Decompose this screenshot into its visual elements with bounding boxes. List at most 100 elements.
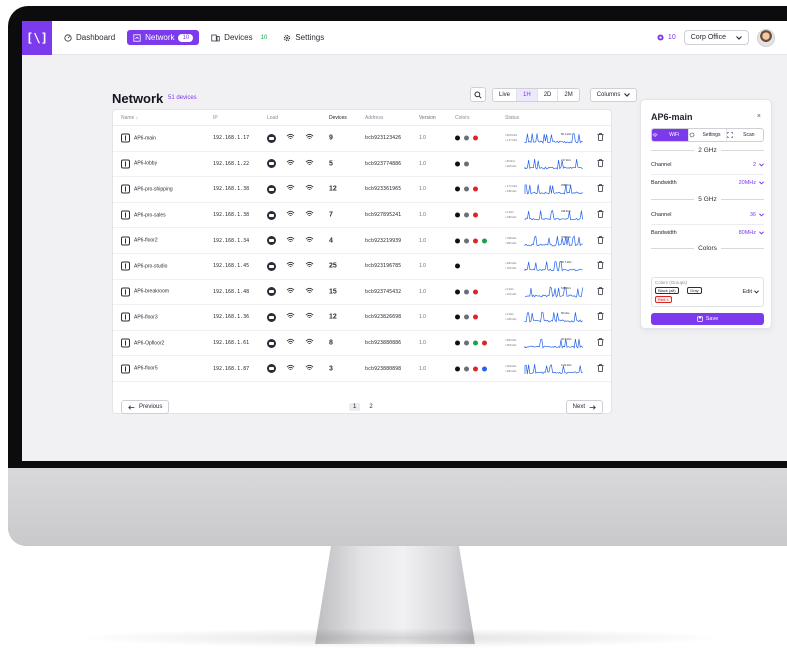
wifi-icon bbox=[305, 184, 314, 194]
channel-24-select[interactable]: 2 bbox=[753, 162, 764, 168]
search-button[interactable] bbox=[470, 87, 486, 102]
status-sparkline: • 204 kb/s • 200 kb/s 0.33 kb/s bbox=[505, 362, 589, 376]
edit-groups-button[interactable]: Edit bbox=[743, 289, 759, 295]
channel-5-select[interactable]: 36 bbox=[750, 212, 764, 218]
header-version[interactable]: Version bbox=[419, 115, 436, 121]
tab-settings[interactable]: Settings bbox=[689, 129, 727, 141]
avatar[interactable] bbox=[757, 28, 775, 47]
band-24-heading: 2 GHz bbox=[651, 145, 764, 155]
table-row[interactable]: AP6-lobby 192.168.1.22 5 bcb923774886 1.… bbox=[113, 152, 611, 178]
device-name-cell[interactable]: AP6-lobby bbox=[121, 159, 157, 169]
delete-button[interactable] bbox=[597, 363, 604, 374]
status-sparkline: • 0 kb/s • 249 kb/s 248 kb/s bbox=[505, 208, 589, 222]
app-screen: [\] Dashboard Network 10 Devices 10 Sett… bbox=[22, 21, 787, 461]
channel-5-row[interactable]: Channel 36 bbox=[651, 210, 764, 220]
delete-button[interactable] bbox=[597, 235, 604, 246]
device-name-cell[interactable]: AP6-main bbox=[121, 133, 156, 143]
chip-gray[interactable]: Gray bbox=[687, 287, 702, 294]
bandwidth-5-row[interactable]: Bandwidth 80MHz bbox=[651, 228, 764, 238]
monitor-frame: [\] Dashboard Network 10 Devices 10 Sett… bbox=[8, 6, 787, 546]
page-1[interactable]: 1 bbox=[349, 403, 361, 411]
device-name: AP6-main bbox=[134, 135, 156, 142]
header-colors[interactable]: Colors bbox=[455, 115, 469, 121]
chip-red[interactable]: Red × bbox=[655, 296, 672, 303]
device-name-cell[interactable]: AP6-pro-shipping bbox=[121, 184, 173, 194]
device-name-cell[interactable]: AP6-pro-studio bbox=[121, 261, 167, 271]
header-name[interactable]: Name ↓ bbox=[121, 115, 138, 121]
table-row[interactable]: AP6-floor5 192.168.1.87 3 bcb923880898 1… bbox=[113, 356, 611, 382]
header-load[interactable]: Load bbox=[267, 115, 278, 121]
table-row[interactable]: AP6-floor2 192.168.1.34 4 bcb923219939 1… bbox=[113, 228, 611, 254]
nav-settings[interactable]: Settings bbox=[283, 33, 324, 42]
remove-icon[interactable]: × bbox=[666, 297, 668, 302]
tx-rate: • 726 kb/s bbox=[505, 266, 517, 270]
color-groups-field[interactable]: Colors (Groups) Black (all) Gray Red × E… bbox=[651, 277, 764, 307]
nav-devices[interactable]: Devices 10 bbox=[211, 33, 271, 42]
device-name-cell[interactable]: AP6-Opfloor2 bbox=[121, 338, 165, 348]
device-ip: 192.168.1.45 bbox=[213, 263, 250, 270]
device-name-cell[interactable]: AP6-breakroom bbox=[121, 287, 169, 297]
delete-button[interactable] bbox=[597, 312, 604, 322]
previous-button[interactable]: Previous bbox=[121, 400, 170, 414]
channel-24-row[interactable]: Channel 2 bbox=[651, 160, 764, 170]
range-2d[interactable]: 2D bbox=[538, 88, 559, 101]
page-2[interactable]: 2 bbox=[365, 403, 376, 411]
chevron-down-icon bbox=[759, 213, 764, 217]
columns-button[interactable]: Columns bbox=[589, 87, 638, 102]
table-row[interactable]: AP6-pro-studio 192.168.1.45 25 bcb923196… bbox=[113, 254, 611, 280]
app-logo[interactable]: [\] bbox=[22, 21, 52, 55]
device-name-cell[interactable]: AP6-floor3 bbox=[121, 312, 158, 322]
nav-dashboard[interactable]: Dashboard bbox=[64, 33, 115, 42]
device-name: AP6-Opfloor2 bbox=[134, 340, 165, 347]
tab-scan[interactable]: Scan bbox=[726, 129, 763, 141]
load-icon bbox=[267, 236, 276, 246]
table-row[interactable]: AP6-Opfloor2 192.168.1.61 8 bcb923880886… bbox=[113, 331, 611, 357]
access-point-icon bbox=[121, 312, 130, 322]
nav-network[interactable]: Network 10 bbox=[127, 30, 200, 45]
table-row[interactable]: AP6-main 192.168.1.17 9 bcb923123426 1.0… bbox=[113, 126, 611, 152]
table-row[interactable]: AP6-breakroom 192.168.1.48 15 bcb9237454… bbox=[113, 280, 611, 306]
header-address[interactable]: Address bbox=[365, 115, 383, 121]
bandwidth-5-select[interactable]: 80MHz bbox=[739, 230, 764, 236]
chip-black[interactable]: Black (all) bbox=[655, 287, 679, 294]
color-dot bbox=[464, 135, 469, 141]
access-point-icon bbox=[121, 261, 130, 271]
save-button[interactable]: Save bbox=[651, 313, 764, 325]
mac-address: bcb923196785 bbox=[365, 263, 402, 270]
rx-rate: • 80.8 kb/s bbox=[505, 133, 518, 137]
close-icon[interactable]: × bbox=[757, 113, 761, 120]
range-2m[interactable]: 2M bbox=[558, 89, 578, 101]
mac-address: bcb923123426 bbox=[365, 135, 402, 142]
bandwidth-24-select[interactable]: 20MHz bbox=[739, 180, 764, 186]
rx-rate: • 800 kb/s bbox=[505, 338, 517, 342]
delete-button[interactable] bbox=[597, 287, 604, 297]
org-select[interactable]: Corp Office bbox=[683, 30, 749, 45]
table-row[interactable]: AP6-floor3 192.168.1.36 12 bcb923826698 … bbox=[113, 305, 611, 331]
bandwidth-24-row[interactable]: Bandwidth 20MHz bbox=[651, 178, 764, 188]
device-name-cell[interactable]: AP6-pro-sales bbox=[121, 210, 166, 220]
delete-button[interactable] bbox=[597, 184, 604, 194]
delete-button[interactable] bbox=[597, 338, 604, 348]
tab-wifi[interactable]: WiFi bbox=[652, 129, 690, 141]
device-name-cell[interactable]: AP6-floor2 bbox=[121, 236, 158, 246]
header-status[interactable]: Status bbox=[505, 115, 589, 121]
device-name: AP6-pro-shipping bbox=[134, 186, 173, 193]
load-indicators bbox=[267, 133, 314, 143]
delete-button[interactable] bbox=[597, 159, 604, 169]
range-1h[interactable]: 1H bbox=[517, 88, 538, 101]
delete-button[interactable] bbox=[597, 133, 604, 143]
device-name-cell[interactable]: AP6-floor5 bbox=[121, 364, 158, 374]
notifications[interactable]: 10 bbox=[656, 33, 676, 42]
wifi-icon bbox=[286, 312, 295, 322]
load-indicators bbox=[267, 184, 314, 194]
range-live[interactable]: Live bbox=[493, 88, 518, 101]
header-devices[interactable]: Devices bbox=[329, 115, 347, 121]
table-row[interactable]: AP6-pro-shipping 192.168.1.38 12 bcb9233… bbox=[113, 177, 611, 203]
delete-button[interactable] bbox=[597, 261, 604, 271]
color-dot bbox=[473, 314, 478, 320]
delete-button[interactable] bbox=[597, 210, 604, 220]
table-row[interactable]: AP6-pro-sales 192.168.1.38 7 bcb92789524… bbox=[113, 203, 611, 229]
load-icon bbox=[267, 338, 276, 348]
header-ip[interactable]: IP bbox=[213, 115, 218, 121]
next-button[interactable]: Next bbox=[565, 400, 603, 414]
